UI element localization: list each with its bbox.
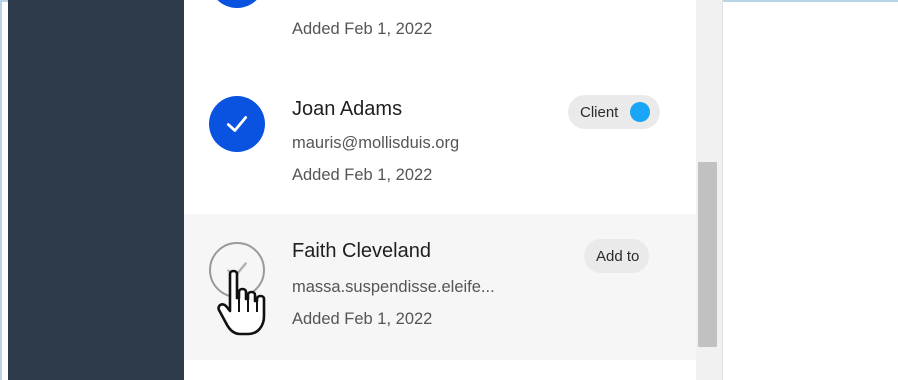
scrollbar-thumb[interactable] bbox=[698, 162, 717, 347]
badge-label: Client bbox=[580, 103, 619, 121]
sidebar bbox=[8, 0, 184, 380]
check-icon bbox=[226, 116, 248, 132]
added-date: Added Feb 1, 2022 bbox=[292, 20, 433, 38]
contact-name: Faith Cleveland bbox=[292, 240, 431, 262]
client-badge-toggle[interactable]: Client bbox=[568, 95, 661, 129]
list-item[interactable]: Added Feb 1, 2022 bbox=[184, 0, 696, 52]
select-toggle[interactable] bbox=[209, 96, 265, 152]
select-toggle[interactable] bbox=[209, 0, 265, 8]
button-label: Add to bbox=[596, 247, 640, 265]
contact-email: massa.suspendisse.eleife... bbox=[292, 278, 495, 296]
scrollbar-track[interactable] bbox=[696, 0, 723, 380]
added-date: Added Feb 1, 2022 bbox=[292, 166, 433, 184]
add-to-button[interactable]: Add to bbox=[584, 239, 650, 273]
contact-name: Joan Adams bbox=[292, 98, 403, 120]
list-item[interactable]: Joan Adams mauris@mollisduis.org Added F… bbox=[184, 76, 696, 214]
added-date: Added Feb 1, 2022 bbox=[292, 310, 433, 328]
contact-email: mauris@mollisduis.org bbox=[292, 134, 460, 152]
status-dot-icon bbox=[630, 102, 651, 122]
hand-pointer-cursor-icon bbox=[217, 269, 266, 336]
